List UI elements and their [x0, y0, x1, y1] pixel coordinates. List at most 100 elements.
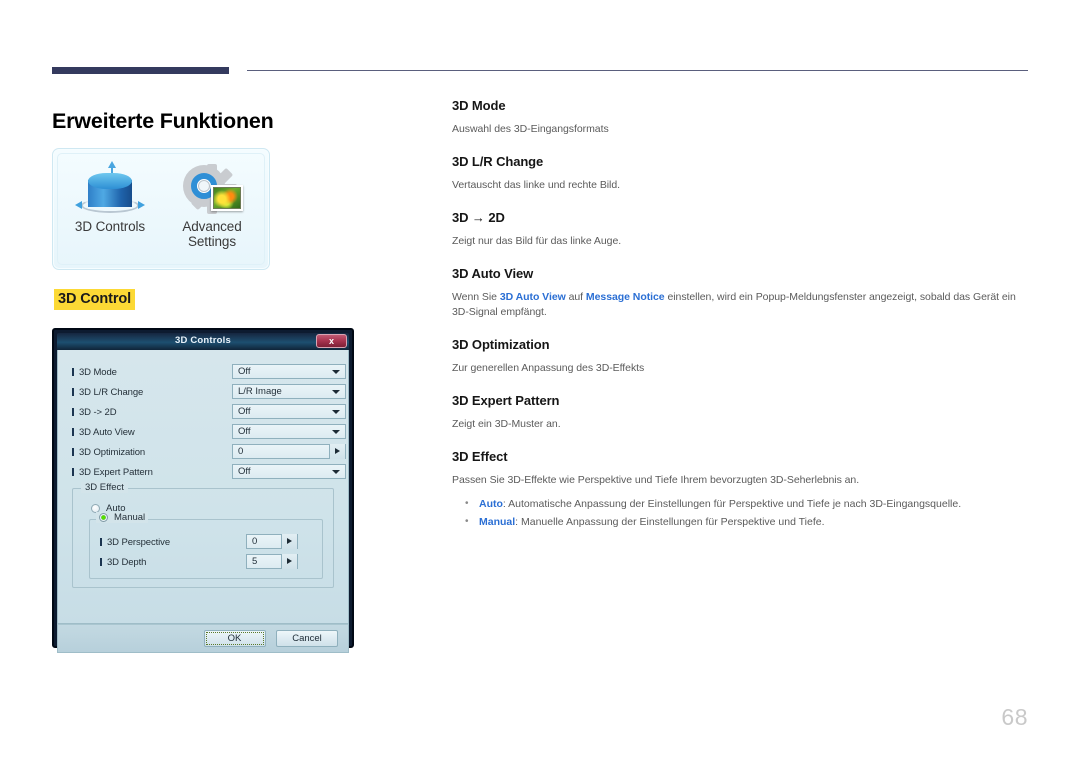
chevron-down-icon — [332, 410, 340, 414]
page-number: 68 — [1001, 704, 1028, 730]
setting-label-text: 3D Optimization — [79, 446, 146, 458]
help-body: Zur generellen Anpassung des 3D-Effekts — [452, 362, 645, 374]
help-item-3d-effect: 3D Effect Passen Sie 3D-Effekte wie Pers… — [452, 449, 1028, 531]
spinner-3d-perspective[interactable]: 0 — [246, 534, 298, 549]
chevron-right-icon — [287, 538, 292, 544]
gear-photo-icon — [161, 157, 263, 219]
setting-label-text: 3D -> 2D — [79, 406, 117, 418]
list-item: Manual: Manuelle Anpassung der Einstellu… — [452, 513, 1028, 531]
setting-label-text: 3D Depth — [107, 556, 147, 568]
help-item-3d-expert-pattern: 3D Expert Pattern Zeigt ein 3D-Muster an… — [452, 393, 1028, 432]
spinner-increment-button[interactable] — [329, 444, 345, 459]
setting-row-3d-auto-view[interactable]: 3D Auto View Off — [72, 422, 346, 442]
icon-cell-3d-controls[interactable]: 3D Controls — [59, 157, 161, 263]
keyword-message-notice: Message Notice — [585, 291, 665, 303]
setting-row-3d-perspective[interactable]: 3D Perspective 0 — [100, 532, 314, 552]
spinner-value: 5 — [252, 556, 258, 567]
setting-label: 3D L/R Change — [72, 387, 143, 398]
dropdown-3d-to-2d[interactable]: Off — [232, 404, 346, 419]
help-heading: 3D Effect — [452, 449, 508, 464]
setting-row-3d-expert-pattern[interactable]: 3D Expert Pattern Off — [72, 462, 346, 482]
dropdown-3d-auto-view[interactable]: Off — [232, 424, 346, 439]
spinner-increment-button[interactable] — [281, 534, 297, 549]
spinner-value: 0 — [252, 536, 258, 547]
icon-cell-advanced-settings[interactable]: Advanced Settings — [161, 157, 263, 263]
setting-label-text: 3D Auto View — [79, 426, 135, 438]
help-heading: 3D Optimization — [452, 337, 550, 352]
header-accent-bar — [52, 67, 229, 74]
spinner-3d-depth[interactable]: 5 — [246, 554, 298, 569]
content-column: 3D Mode Auswahl des 3D-Eingangsformats 3… — [452, 98, 1028, 548]
setting-label-text: 3D Mode — [79, 366, 117, 378]
dropdown-3d-expert-pattern[interactable]: Off — [232, 464, 346, 479]
bullet-icon — [100, 538, 102, 546]
help-item-3d-auto-view: 3D Auto View Wenn Sie 3D Auto View auf M… — [452, 266, 1028, 320]
bullet-text: : Manuelle Anpassung der Einstellungen f… — [515, 516, 825, 528]
keyword-3d-auto-view: 3D Auto View — [499, 291, 566, 303]
dropdown-value: Off — [238, 406, 251, 417]
body-part-2: auf — [565, 291, 586, 303]
radio-manual-icon[interactable] — [99, 513, 108, 522]
help-body: Wenn Sie 3D Auto View auf Message Notice… — [452, 290, 1028, 320]
list-item: Auto: Automatische Anpassung der Einstel… — [452, 495, 1028, 513]
setting-label: 3D Optimization — [72, 447, 145, 458]
bullet-text: : Automatische Anpassung der Einstellung… — [502, 498, 962, 510]
help-heading: 3D → 2D — [452, 210, 505, 225]
header-rule-row — [52, 64, 1028, 76]
body-part-1: Wenn Sie — [452, 291, 500, 303]
help-body: Auswahl des 3D-Eingangsformats — [452, 123, 609, 135]
help-body: Zeigt ein 3D-Muster an. — [452, 418, 561, 430]
spinner-increment-button[interactable] — [281, 554, 297, 569]
dialog-body: 3D Mode Off 3D L/R Change L/R Image 3D -… — [57, 350, 349, 624]
dropdown-3d-mode[interactable]: Off — [232, 364, 346, 379]
group-3d-effect: 3D Effect Auto Manual 3D Perspective 0 3… — [72, 482, 334, 588]
setting-label: 3D Depth — [100, 557, 146, 568]
chevron-right-icon — [335, 448, 340, 454]
setting-label-text: 3D L/R Change — [79, 386, 144, 398]
setting-row-3d-mode[interactable]: 3D Mode Off — [72, 362, 346, 382]
help-bullet-list: Auto: Automatische Anpassung der Einstel… — [452, 495, 1028, 531]
setting-row-3d-to-2d[interactable]: 3D -> 2D Off — [72, 402, 346, 422]
help-body: Vertauscht das linke und rechte Bild. — [452, 179, 621, 191]
radio-manual-label: Manual — [114, 512, 146, 523]
spinner-3d-optimization[interactable]: 0 — [232, 444, 346, 459]
help-heading: 3D Expert Pattern — [452, 393, 560, 408]
keyword-auto: Auto — [479, 498, 503, 510]
dialog-title: 3D Controls — [174, 335, 232, 346]
bullet-icon — [72, 368, 74, 376]
dialog-footer: OK Cancel — [57, 624, 349, 653]
icon-label-3d-controls: 3D Controls — [74, 219, 146, 234]
dropdown-value: Off — [238, 366, 251, 377]
help-item-3d-mode: 3D Mode Auswahl des 3D-Eingangsformats — [452, 98, 1028, 137]
help-item-3d-optimization: 3D Optimization Zur generellen Anpassung… — [452, 337, 1028, 376]
setting-row-3d-depth[interactable]: 3D Depth 5 — [100, 552, 314, 572]
radio-row-manual[interactable]: Manual — [96, 512, 149, 523]
setting-row-3d-lr-change[interactable]: 3D L/R Change L/R Image — [72, 382, 346, 402]
chevron-down-icon — [332, 430, 340, 434]
dialog-titlebar: 3D Controls x — [57, 333, 349, 350]
dropdown-3d-lr-change[interactable]: L/R Image — [232, 384, 346, 399]
setting-row-3d-optimization[interactable]: 3D Optimization 0 — [72, 442, 346, 462]
dropdown-value: Off — [238, 466, 251, 477]
chevron-down-icon — [332, 370, 340, 374]
keyword-manual: Manual — [479, 516, 516, 528]
bullet-icon — [72, 448, 74, 456]
osd-dialog-3d-controls: 3D Controls x 3D Mode Off 3D L/R Change … — [52, 328, 354, 653]
dropdown-value: L/R Image — [238, 386, 282, 397]
page-title: Erweiterte Funktionen — [52, 109, 274, 134]
group-legend-3d-effect: 3D Effect — [81, 482, 128, 493]
help-body: Passen Sie 3D-Effekte wie Perspektive un… — [452, 474, 860, 486]
setting-label: 3D Auto View — [72, 427, 135, 438]
chevron-down-icon — [332, 470, 340, 474]
setting-label-text: 3D Perspective — [107, 536, 171, 548]
dropdown-value: Off — [238, 426, 251, 437]
icon-label-advanced-settings-line2: Settings — [188, 234, 236, 249]
ok-button[interactable]: OK — [203, 630, 266, 647]
spinner-value: 0 — [238, 446, 244, 457]
close-icon[interactable]: x — [316, 334, 347, 348]
bullet-icon — [72, 428, 74, 436]
header-thin-rule — [247, 70, 1028, 71]
cancel-button[interactable]: Cancel — [276, 630, 338, 647]
help-item-3d-lr-change: 3D L/R Change Vertauscht das linke und r… — [452, 154, 1028, 193]
section-label-3d-control: 3D Control — [54, 289, 136, 310]
